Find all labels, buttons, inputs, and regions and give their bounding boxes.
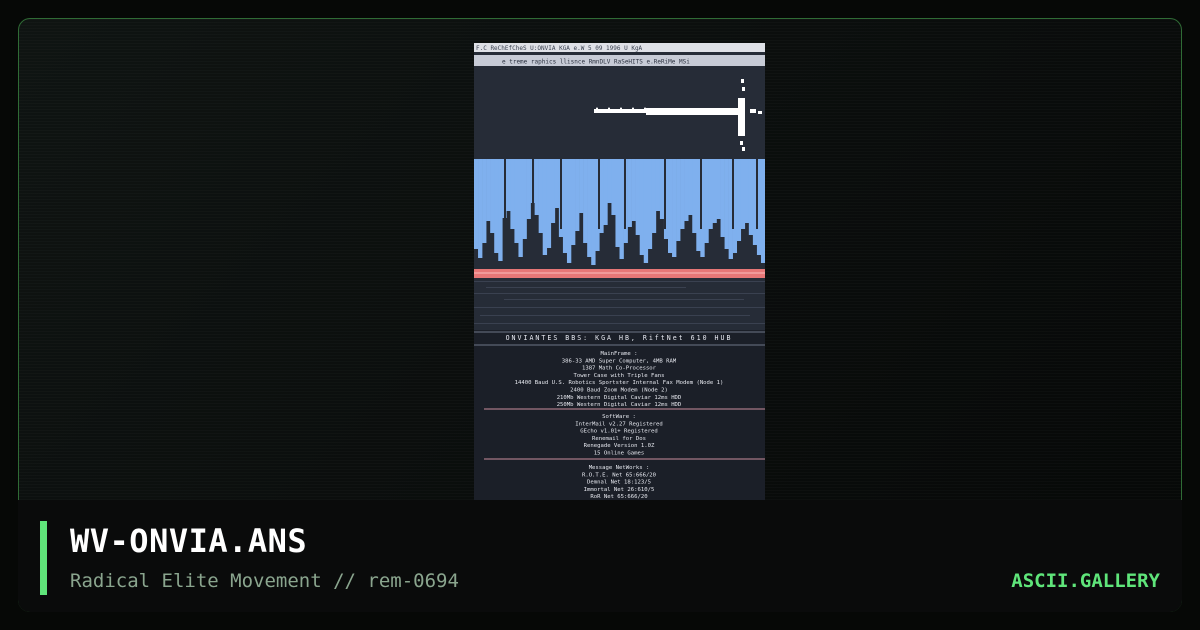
info-line: 210Mb Western Digital Caviar 12ms HDD <box>557 395 682 401</box>
info-line: InterMail v2.27 Registered <box>575 421 663 427</box>
caption-bar: WV-ONVIA.ANS Radical Elite Movement // r… <box>18 500 1182 612</box>
bbs-header: ONVIANTES BBS: KGA HB, RiftNet 610 HUB <box>506 334 733 342</box>
ansi-artwork-canvas: F.C ReChEfCheS U:ONVIA KGA e.W 5 09 1996… <box>474 43 765 515</box>
info-line: Renemail for Dos <box>592 436 646 442</box>
info-line: 15 Online Games <box>594 451 645 457</box>
file-title: WV-ONVIA.ANS <box>70 522 308 560</box>
info-line: SoftWare : <box>602 414 636 420</box>
info-line: R.O.T.E. Net 65:666/20 <box>582 472 656 478</box>
info-line: 14400 Baud U.S. Robotics Sportster Inter… <box>515 380 724 386</box>
info-line: Message NetWorks : <box>589 465 650 471</box>
top-menu-text-1: F.C ReChEfCheS U:ONVIA KGA e.W 5 09 1996… <box>476 45 643 52</box>
info-line: GEcho v1.01+ Registered <box>580 429 657 435</box>
top-menu-text-2: e treme raphics llisnce RmnDLV RaSeHITS … <box>502 59 690 66</box>
info-line: 386-33 AMD Super Computer, 4MB RAM <box>562 358 677 364</box>
info-line: 2400 Baud Zoom Modem (Node 2) <box>570 388 668 394</box>
info-line: MainFrame : <box>600 351 637 357</box>
info-line: Demnal Net 18:123/5 <box>587 480 651 486</box>
info-line: Immortal Net 26:610/5 <box>584 487 655 493</box>
ansi-artwork: F.C ReChEfCheS U:ONVIA KGA e.W 5 09 1996… <box>474 43 765 515</box>
info-line: Tower Case with Triple Fans <box>574 373 665 379</box>
group-subtitle: Radical Elite Movement // rem-0694 <box>70 570 459 592</box>
info-line: 1387 Math Co-Processor <box>582 366 657 372</box>
site-brand[interactable]: ASCII.GALLERY <box>1011 568 1160 594</box>
accent-bar <box>40 521 47 595</box>
info-line: Renegade Version 1.0Z <box>584 443 655 449</box>
info-line: 250Mb Western Digital Caviar 12ms HDD <box>557 402 682 408</box>
